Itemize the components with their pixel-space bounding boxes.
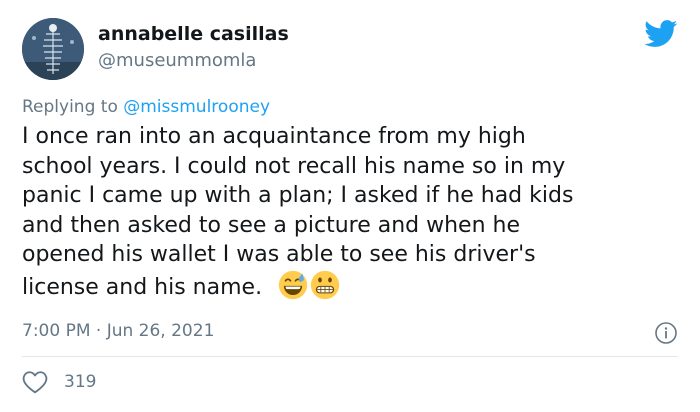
emoji-group — [278, 270, 342, 309]
grinning-sweat-emoji — [278, 270, 308, 299]
tweet-last-line: license and his name. — [22, 270, 682, 309]
tweet-line: and then asked to see a picture and when… — [22, 212, 520, 238]
info-icon[interactable] — [654, 321, 678, 345]
twitter-bird-icon[interactable] — [644, 20, 678, 48]
replying-prefix: Replying to — [22, 97, 124, 117]
tweet-line: panic I came up with a plan; I asked if … — [22, 183, 574, 208]
grimacing-emoji — [310, 270, 340, 299]
replying-to: Replying to @missmulrooney — [22, 96, 270, 118]
like-count: 319 — [64, 372, 97, 392]
display-name[interactable]: annabelle casillas — [98, 22, 289, 46]
avatar[interactable] — [22, 18, 84, 80]
tweet-timestamp[interactable]: 7:00 PM · Jun 26, 2021 — [22, 320, 214, 342]
divider — [22, 356, 678, 357]
tweet-line: license and his name. — [22, 274, 263, 300]
like-action[interactable]: 319 — [22, 370, 96, 394]
avatar-image — [22, 18, 84, 80]
reply-mention-link[interactable]: @missmulrooney — [123, 97, 270, 117]
user-handle[interactable]: @museummomla — [98, 49, 289, 73]
tweet-line: I once ran into an acquaintance from my … — [22, 124, 526, 149]
tweet-text: I once ran into an acquaintance from my … — [22, 122, 682, 308]
tweet-line: school years. I could not recall his nam… — [22, 153, 566, 179]
tweet-line: opened his wallet I was able to see his … — [22, 242, 536, 267]
heart-icon[interactable] — [22, 370, 48, 394]
user-info[interactable]: annabelle casillas @museummomla — [98, 22, 289, 73]
